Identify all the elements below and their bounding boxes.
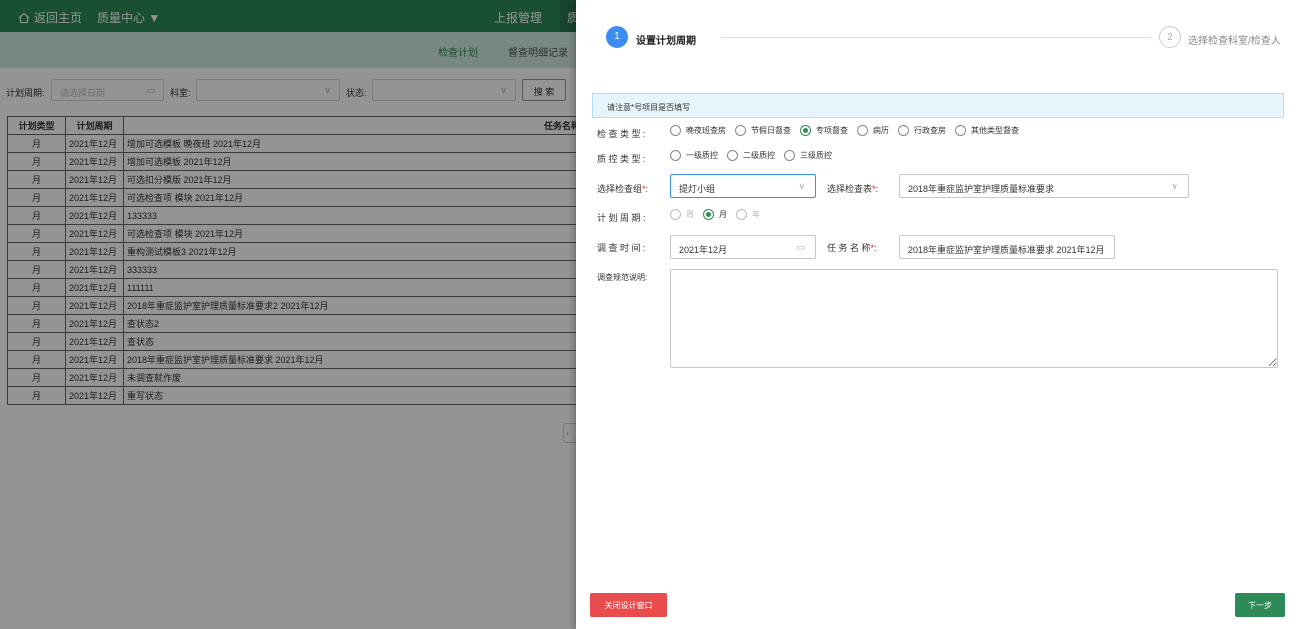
- next-step-button[interactable]: 下一步: [1235, 593, 1285, 617]
- radio-option[interactable]: 病历: [857, 125, 889, 136]
- description-label: 调查规范说明:: [597, 273, 648, 282]
- task-name-label: 任 务 名 称*:: [827, 243, 877, 253]
- step-indicator: 1 设置计划周期 2 选择检查科室/检查人: [606, 26, 1286, 50]
- radio-circle-icon: [857, 125, 868, 136]
- check-type-label: 检 查 类 型 :: [597, 129, 646, 139]
- radio-circle-icon: [670, 125, 681, 136]
- radio-label: 专项督查: [816, 126, 848, 135]
- radio-label: 年: [752, 210, 760, 219]
- inspection-sheet-select[interactable]: 2018年重症监护室护理质量标准要求 ∨: [899, 174, 1189, 198]
- radio-option[interactable]: 一级质控: [670, 150, 718, 161]
- radio-label: 三级质控: [800, 151, 832, 160]
- radio-option[interactable]: 年: [736, 209, 760, 220]
- inspection-sheet-value: 2018年重症监护室护理质量标准要求: [908, 184, 1055, 194]
- qc-type-radio-group: 一级质控 二级质控 三级质控: [670, 150, 841, 161]
- calendar-icon: ▭: [796, 242, 805, 252]
- radio-circle-icon: [735, 125, 746, 136]
- step-1-title: 设置计划周期: [636, 36, 696, 47]
- qc-type-label: 质 控 类 型 :: [597, 154, 646, 164]
- check-type-radio-group: 晚夜班查房 节假日督查 专项督查 病历 行政查房 其他类型督查: [670, 125, 1028, 136]
- radio-circle-icon: [670, 209, 681, 220]
- close-design-window-button[interactable]: 关闭设计窗口: [590, 593, 667, 617]
- survey-time-input[interactable]: 2021年12月 ▭: [670, 235, 816, 259]
- step-connector: [721, 37, 1151, 38]
- group-label-text: 选择检查组: [597, 184, 643, 194]
- radio-option[interactable]: 晚夜班查房: [670, 125, 726, 136]
- modal-overlay[interactable]: [0, 0, 576, 629]
- radio-circle-icon: [800, 125, 811, 136]
- radio-circle-icon: [670, 150, 681, 161]
- task-name-input[interactable]: 2018年重症监护室护理质量标准要求 2021年12月: [899, 235, 1115, 259]
- required-mark: *: [642, 184, 646, 194]
- task-name-value: 2018年重症监护室护理质量标准要求 2021年12月: [908, 245, 1105, 255]
- required-notice: 请注意*号项目是否填写: [592, 93, 1284, 118]
- radio-option[interactable]: 二级质控: [727, 150, 775, 161]
- radio-circle-icon: [736, 209, 747, 220]
- plan-period-label: 计 划 周 期 :: [597, 213, 646, 223]
- radio-label: 月: [719, 210, 727, 219]
- radio-option[interactable]: 三级质控: [784, 150, 832, 161]
- task-name-label-text: 任 务 名 称: [827, 243, 871, 253]
- radio-circle-icon: [784, 150, 795, 161]
- required-mark: *: [872, 184, 876, 194]
- radio-label: 病历: [873, 126, 889, 135]
- radio-label: 周: [686, 210, 694, 219]
- chevron-down-icon: ∨: [798, 181, 805, 191]
- radio-option[interactable]: 行政查房: [898, 125, 946, 136]
- survey-time-value: 2021年12月: [679, 245, 728, 255]
- chevron-down-icon: ∨: [1171, 181, 1178, 191]
- radio-label: 晚夜班查房: [686, 126, 726, 135]
- step-1-number: 1: [606, 26, 628, 48]
- plan-design-drawer: 1 设置计划周期 2 选择检查科室/检查人 请注意*号项目是否填写 检 查 类 …: [576, 0, 1299, 629]
- radio-option[interactable]: 节假日督查: [735, 125, 791, 136]
- sheet-label: 选择检查表*:: [827, 184, 879, 194]
- inspection-group-select[interactable]: 提灯小组 ∨: [670, 174, 816, 198]
- radio-label: 行政查房: [914, 126, 946, 135]
- radio-option[interactable]: 周: [670, 209, 694, 220]
- radio-option[interactable]: 其他类型督查: [955, 125, 1019, 136]
- step-2-title: 选择检查科室/检查人: [1188, 36, 1281, 47]
- radio-circle-icon: [898, 125, 909, 136]
- radio-label: 其他类型督查: [971, 126, 1019, 135]
- survey-time-label: 调 查 时 间 :: [597, 243, 646, 253]
- radio-circle-icon: [955, 125, 966, 136]
- radio-label: 一级质控: [686, 151, 718, 160]
- sheet-label-text: 选择检查表: [827, 184, 873, 194]
- radio-label: 节假日督查: [751, 126, 791, 135]
- radio-circle-icon: [727, 150, 738, 161]
- step-2-number: 2: [1159, 26, 1181, 48]
- radio-option[interactable]: 专项督查: [800, 125, 848, 136]
- description-textarea[interactable]: [670, 269, 1278, 368]
- required-mark: *: [870, 243, 875, 253]
- inspection-group-value: 提灯小组: [679, 184, 716, 194]
- radio-circle-icon: [703, 209, 714, 220]
- plan-period-radio-group: 周月年: [670, 209, 769, 220]
- radio-label: 二级质控: [743, 151, 775, 160]
- group-label: 选择检查组*:: [597, 184, 649, 194]
- radio-option[interactable]: 月: [703, 209, 727, 220]
